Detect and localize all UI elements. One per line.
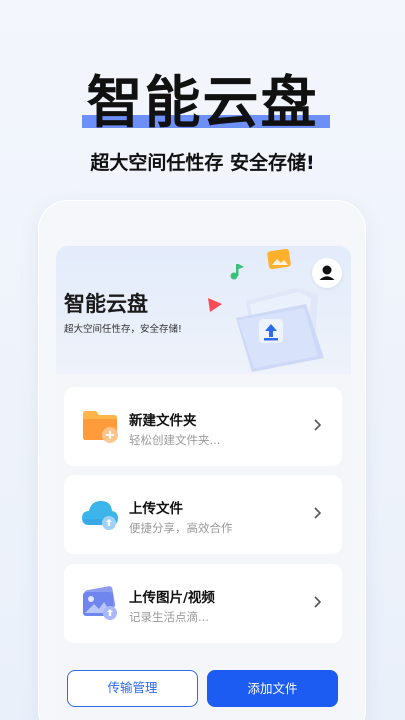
- hero-title-wrap: 智能云盘: [0, 58, 405, 139]
- card-description: 轻松创建文件夹...: [129, 433, 221, 447]
- photo-card-icon: [267, 248, 291, 270]
- card-description: 便捷分享，高效合作: [129, 521, 233, 535]
- cloud-upload-icon: [82, 501, 118, 530]
- app-title: 智能云盘: [64, 292, 148, 316]
- app-subtitle: 超大空间任性存，安全存储!: [64, 324, 182, 335]
- card-title: 新建文件夹: [129, 413, 197, 429]
- chevron-right-icon: [314, 507, 322, 519]
- card-upload-media[interactable]: 上传图片/视频 记录生活点滴...: [64, 564, 342, 643]
- chevron-right-icon: [314, 419, 322, 431]
- card-new-folder[interactable]: 新建文件夹 轻松创建文件夹...: [64, 387, 342, 466]
- folder-icon: [83, 411, 118, 443]
- image-upload-icon: [83, 586, 117, 620]
- hero-title: 智能云盘: [86, 71, 319, 136]
- video-play-icon: [208, 298, 222, 312]
- card-title: 上传图片/视频: [129, 590, 215, 606]
- hero-subtitle: 超大空间任性存 安全存储!: [90, 152, 315, 174]
- user-icon: [319, 265, 335, 280]
- profile-button[interactable]: [312, 258, 342, 288]
- banner: 智能云盘 超大空间任性存，安全存储!: [56, 246, 351, 374]
- app-screen: 智能云盘 超大空间任性存，安全存储! 新建文件夹 轻松创建文件夹... 上传文件…: [56, 246, 351, 720]
- transfer-management-button[interactable]: 传输管理: [67, 670, 198, 707]
- card-description: 记录生活点滴...: [129, 610, 209, 624]
- chevron-right-icon: [314, 596, 322, 608]
- music-note-icon: [230, 264, 244, 280]
- card-title: 上传文件: [129, 501, 183, 517]
- add-file-button[interactable]: 添加文件: [207, 670, 338, 707]
- card-upload-file[interactable]: 上传文件 便捷分享，高效合作: [64, 475, 342, 554]
